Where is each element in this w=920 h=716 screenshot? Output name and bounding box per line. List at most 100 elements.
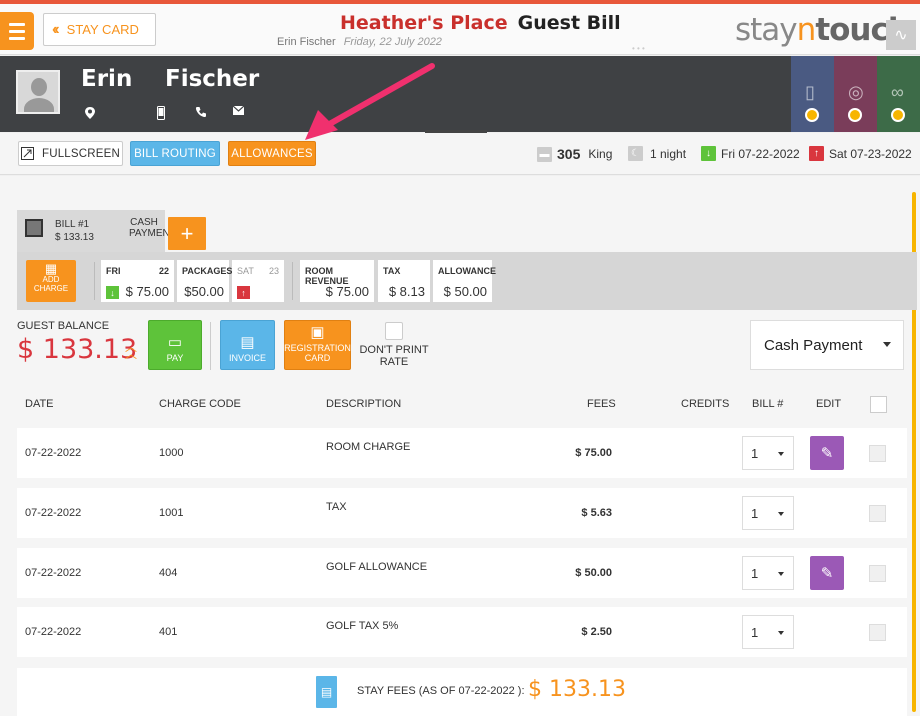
row-date: 07-22-2022 [25, 626, 82, 638]
room-revenue-value: $ 75.00 [325, 284, 369, 299]
day-of-week: SAT [237, 266, 254, 276]
magnifier-icon [805, 108, 819, 122]
mobile-icon[interactable] [157, 106, 165, 120]
day-of-month: 22 [158, 266, 169, 276]
expand-icon [20, 147, 34, 160]
tile-building[interactable]: ▯ [791, 56, 834, 132]
bill-number-select[interactable]: 1 [742, 615, 794, 649]
table-row[interactable]: 07-22-2022 1001 TAX $ 5.63 1 [17, 488, 907, 538]
calendar-day-fri[interactable]: FRI 22 ↓ $ 75.00 [101, 260, 174, 302]
table-row[interactable]: 07-22-2022 401 GOLF TAX 5% $ 2.50 1 [17, 607, 907, 657]
printer-icon: ▣ [310, 324, 325, 341]
packages-cell[interactable]: PACKAGES $50.00 [177, 260, 233, 302]
column-header-edit: EDIT [816, 398, 842, 410]
tax-cell: TAX $ 8.13 [378, 260, 430, 302]
caret-down-icon [883, 342, 891, 347]
arrival-arrow-icon: ↓ [701, 146, 716, 161]
location-icon[interactable] [84, 106, 96, 120]
arrival-info: ↓ Fri 07-22-2022 [701, 146, 800, 161]
row-checkbox[interactable] [869, 505, 886, 522]
day-value: $ 75.00 [125, 284, 169, 299]
guest-subtitle-date: Friday, 22 July 2022 [343, 36, 442, 48]
stay-card-button[interactable]: ‹‹ STAY CARD [43, 13, 156, 46]
packages-title: PACKAGES [182, 266, 233, 276]
caret-down-icon [778, 452, 784, 456]
avatar[interactable] [16, 70, 60, 114]
menu-button[interactable] [0, 12, 34, 50]
pencil-icon: ✎ [820, 565, 834, 582]
row-description: GOLF TAX 5% [326, 620, 399, 632]
select-all-checkbox[interactable] [870, 396, 887, 413]
tile-circles[interactable]: ∞ [877, 56, 920, 132]
edit-button[interactable]: ✎ [810, 436, 844, 470]
room-revenue-title: ROOM REVENUE [305, 266, 349, 286]
add-charge-button[interactable]: ▦ ADD CHARGE [26, 260, 76, 302]
action-row: FULLSCREEN BILL ROUTING ALLOWANCES ▬ 305… [0, 133, 920, 175]
invoice-button[interactable]: ▤ INVOICE [220, 320, 275, 370]
tax-title: TAX [383, 266, 401, 276]
dont-print-rate-checkbox[interactable] [385, 322, 403, 340]
row-checkbox[interactable] [869, 624, 886, 641]
bill-payment-type: CASH PAYMENT [129, 217, 176, 239]
nights: 1 night [650, 146, 687, 161]
bill-amount: $ 133.13 [55, 232, 94, 243]
guest-avatar-icon [25, 219, 43, 237]
fullscreen-button[interactable]: FULLSCREEN [18, 141, 123, 166]
registration-card-button[interactable]: ▣ REGISTRATION CARD [284, 320, 351, 370]
quick-tiles: ▯ ◎ ∞ [791, 56, 920, 132]
departure-arrow-icon: ↑ [237, 286, 250, 299]
column-header-credits: CREDITS [681, 398, 730, 410]
column-header-date: DATE [25, 398, 54, 410]
divider [94, 262, 95, 300]
page-title: Heather's Place Guest Bill [340, 12, 621, 34]
edit-button[interactable]: ✎ [810, 556, 844, 590]
hamburger-icon [9, 22, 25, 26]
column-header-bill: BILL # [752, 398, 784, 410]
pay-button[interactable]: ▭ PAY [148, 320, 202, 370]
building-icon: ▯ [805, 82, 815, 102]
activity-icon[interactable]: ∿ [886, 20, 916, 50]
row-date: 07-22-2022 [25, 507, 82, 519]
bill-routing-button[interactable]: BILL ROUTING [130, 141, 220, 166]
fullscreen-label: FULLSCREEN [41, 147, 121, 160]
bill-number-select[interactable]: 1 [742, 436, 794, 470]
row-description: GOLF ALLOWANCE [326, 561, 428, 573]
wallet-icon: ▭ [167, 334, 183, 351]
receipt-icon[interactable]: ▤ [316, 676, 337, 708]
table-row[interactable]: 07-22-2022 404 GOLF ALLOWANCE $ 50.00 1 … [17, 548, 907, 598]
allowances-button[interactable]: ALLOWANCES [228, 141, 316, 166]
bill-number-select[interactable]: 1 [742, 556, 794, 590]
stay-fees-footer: ▤ STAY FEES (AS OF 07-22-2022 ): $ 133.1… [17, 668, 907, 716]
bill-number: BILL #1 [55, 219, 90, 230]
row-checkbox[interactable] [869, 445, 886, 462]
column-header-charge-code: CHARGE CODE [159, 398, 241, 410]
departure-arrow-icon: ↑ [809, 146, 824, 161]
row-charge-code: 401 [159, 626, 178, 638]
row-charge-code: 1000 [159, 447, 184, 459]
payment-method-select[interactable]: Cash Payment [750, 320, 904, 370]
table-row[interactable]: 07-22-2022 1000 ROOM CHARGE $ 75.00 1 ✎ [17, 428, 907, 478]
row-checkbox[interactable] [869, 565, 886, 582]
tile-globe[interactable]: ◎ [834, 56, 877, 132]
calendar-day-sat[interactable]: SAT 23 ↑ [232, 260, 284, 302]
bill-number-select[interactable]: 1 [742, 496, 794, 530]
phone-icon[interactable] [195, 106, 207, 118]
room-revenue-cell: ROOM REVENUE $ 75.00 [300, 260, 374, 302]
pencil-icon: ✎ [820, 445, 834, 462]
allowance-title: ALLOWANCE [438, 266, 496, 276]
arrival-arrow-icon: ↓ [106, 286, 119, 299]
row-charge-code: 404 [159, 567, 178, 579]
document-icon: ▤ [240, 334, 255, 351]
double-chevron-up-icon[interactable]: ︿ ︿ [125, 341, 137, 360]
row-date: 07-22-2022 [25, 567, 82, 579]
add-bill-button[interactable]: + [168, 217, 206, 250]
email-icon[interactable] [233, 106, 244, 115]
row-description: ROOM CHARGE [326, 441, 411, 453]
add-charge-label: ADD CHARGE [33, 275, 69, 293]
bed-icon: ▬ [537, 146, 552, 162]
row-fee: $ 5.63 [581, 507, 612, 519]
arrival-date: Fri 07-22-2022 [721, 146, 800, 161]
pay-label: PAY [166, 353, 184, 363]
bill-tab-1[interactable]: BILL #1 $ 133.13 CASH PAYMENT [17, 210, 176, 252]
stay-card-label: STAY CARD [66, 22, 139, 37]
